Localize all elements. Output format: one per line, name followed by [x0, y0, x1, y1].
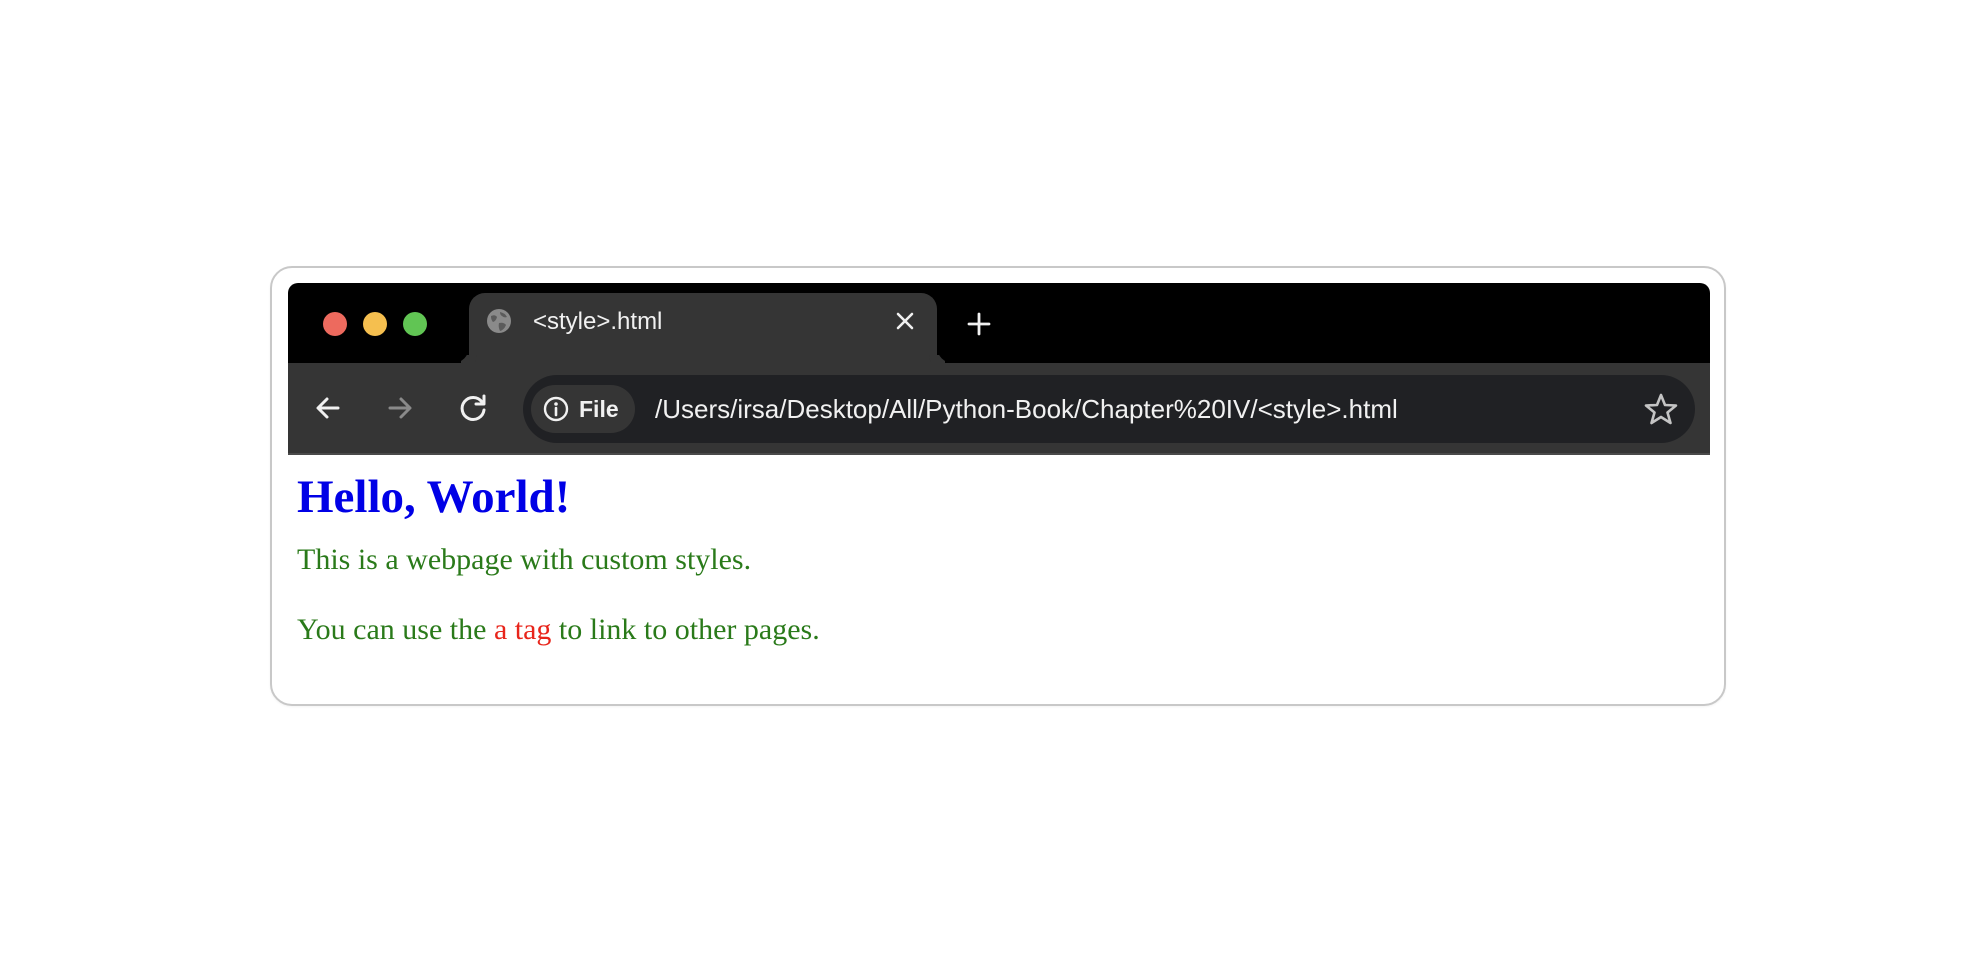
page-content: Hello, World! This is a webpage with cus…: [288, 455, 1710, 693]
link-paragraph: You can use the a tag to link to other p…: [297, 612, 820, 648]
arrow-left-icon[interactable]: [308, 388, 348, 428]
address-bar[interactable]: File /Users/irsa/Desktop/All/Python-Book…: [523, 375, 1695, 443]
window-close-button[interactable]: [323, 312, 347, 336]
screenshot-frame: <style>.html File /Users/irsa/Desktop/Al…: [270, 266, 1726, 706]
reload-icon[interactable]: [453, 388, 493, 428]
url-text[interactable]: /Users/irsa/Desktop/All/Python-Book/Chap…: [655, 392, 1398, 426]
paragraph-text-after: to link to other pages.: [551, 613, 820, 646]
page-heading: Hello, World!: [297, 471, 571, 523]
toolbar: File /Users/irsa/Desktop/All/Python-Book…: [288, 363, 1710, 455]
browser-window: <style>.html File /Users/irsa/Desktop/Al…: [288, 283, 1710, 693]
tab-title: <style>.html: [533, 308, 663, 335]
close-icon[interactable]: [891, 307, 919, 335]
paragraph-text-before: You can use the: [297, 613, 494, 646]
site-chip-label: File: [579, 396, 619, 422]
arrow-right-icon[interactable]: [380, 388, 420, 428]
site-info-chip[interactable]: File: [531, 385, 635, 433]
tab-strip: <style>.html: [288, 283, 1710, 363]
globe-icon: [487, 309, 511, 333]
info-icon: [543, 396, 569, 422]
window-minimize-button[interactable]: [363, 312, 387, 336]
window-zoom-button[interactable]: [403, 312, 427, 336]
plus-icon[interactable]: [962, 307, 996, 341]
tab-active[interactable]: <style>.html: [469, 293, 937, 363]
intro-paragraph: This is a webpage with custom styles.: [297, 543, 752, 576]
star-icon[interactable]: [1643, 391, 1679, 427]
a-tag-link[interactable]: a tag: [494, 613, 551, 646]
